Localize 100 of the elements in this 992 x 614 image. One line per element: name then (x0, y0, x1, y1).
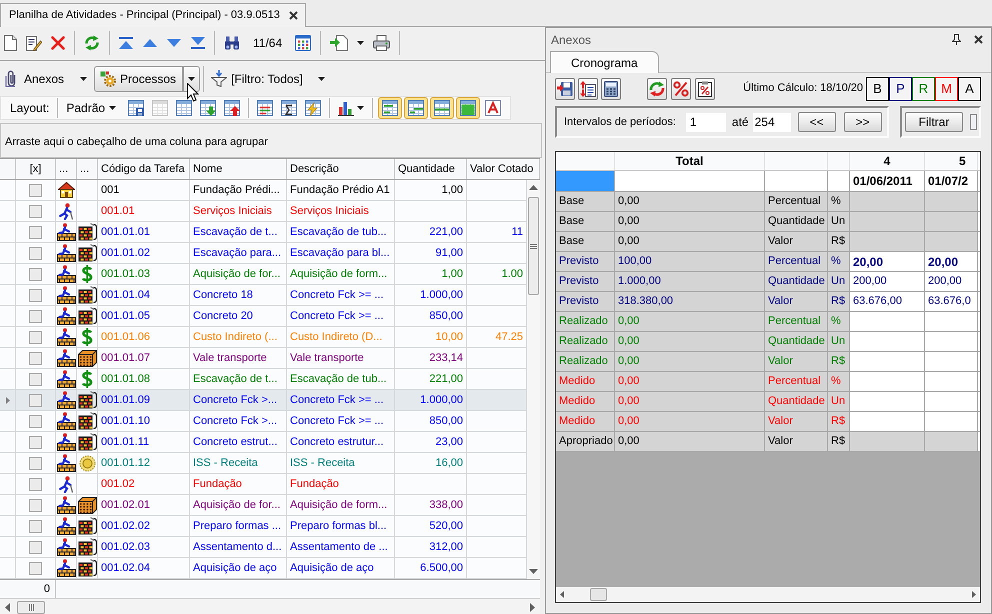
toggle-button[interactable] (430, 97, 454, 119)
grid-lines-icon[interactable] (257, 100, 274, 116)
table-row[interactable]: 001.01.12 ISS - Receita ISS - Receita 16,00 (0, 453, 527, 474)
column-header[interactable]: Valor Cotado (467, 159, 540, 179)
toolbar-button[interactable] (555, 78, 575, 100)
binoculars-icon[interactable] (224, 36, 240, 50)
series-button[interactable]: P (889, 76, 912, 100)
refresh-icon[interactable] (84, 35, 100, 51)
scroll-left-icon[interactable] (560, 591, 564, 598)
scroll-right-icon[interactable] (972, 591, 976, 598)
edit-document-icon[interactable] (26, 35, 42, 51)
table-cell[interactable] (850, 212, 925, 231)
checkbox[interactable] (29, 372, 42, 386)
scroll-left-icon[interactable] (5, 602, 10, 612)
option-button[interactable] (970, 114, 977, 130)
close-icon[interactable] (974, 35, 983, 44)
table-row[interactable]: 001.01 Serviços Iniciais Serviços Iniciais (0, 201, 527, 222)
table-row[interactable]: 001.01.08 Escavação de t... Escavação de tub... 221,00 (0, 369, 527, 390)
close-icon[interactable] (288, 11, 298, 20)
previous-button[interactable]: << (798, 112, 836, 132)
table-row[interactable]: 001.01.03 Aquisição de for... Aquisição de form... 1,00 1.00 (0, 264, 527, 285)
checkbox[interactable] (29, 498, 42, 512)
processes-button[interactable]: Processos (94, 66, 184, 92)
grid-save-icon[interactable] (128, 100, 144, 116)
last-record-icon[interactable] (191, 37, 205, 49)
export-icon[interactable] (330, 35, 348, 51)
table-row[interactable]: 001.01.10 Concreto Fck >... Concreto Fck >= ... 850,00 (0, 411, 527, 432)
filter-button[interactable]: [Filtro: Todos] (211, 66, 325, 90)
column-header[interactable]: Código da Tarefa (98, 159, 190, 179)
table-row[interactable]: 001.01.04 Concreto 18 Concreto Fck >= ... 1.000,00 (0, 285, 527, 306)
checkbox[interactable] (29, 268, 42, 280)
checkbox[interactable] (29, 414, 42, 428)
grid-sum-icon[interactable] (281, 100, 298, 116)
checkbox[interactable] (29, 456, 42, 470)
scrollbar-thumb[interactable] (590, 588, 607, 601)
table-row[interactable]: 001.02.01 Aquisição de for... Aquisição de form... 338,00 (0, 495, 527, 516)
checkbox[interactable] (29, 310, 42, 322)
table-cell[interactable] (925, 232, 978, 251)
scrollbar-thumb[interactable] (528, 197, 539, 295)
caret-icon[interactable] (357, 106, 364, 110)
series-button[interactable]: B (866, 76, 889, 100)
table-row[interactable]: 001.02 Fundação Fundação (0, 474, 527, 495)
delete-icon[interactable] (51, 36, 65, 50)
scroll-right-icon[interactable] (530, 602, 535, 612)
table-row[interactable]: 001.02.02 Preparo formas ... Preparo formas bl... 520,00 (0, 516, 527, 537)
table-row[interactable]: 001.02.03 Assentamento d... Assentamento de ... 312,00 (0, 537, 527, 558)
table-cell[interactable] (925, 212, 978, 231)
scrollbar-thumb[interactable] (17, 600, 45, 614)
horizontal-scrollbar[interactable] (556, 587, 980, 602)
column-header[interactable]: ... (56, 159, 77, 179)
toggle-button[interactable] (378, 97, 402, 119)
dropdown-button[interactable] (183, 66, 200, 92)
column-header[interactable]: Quantidade (395, 159, 467, 179)
vertical-scrollbar[interactable] (527, 180, 540, 579)
horizontal-scrollbar[interactable] (0, 598, 540, 614)
toolbar-button[interactable] (578, 78, 598, 100)
series-button[interactable]: R (912, 76, 935, 100)
scroll-up-icon[interactable] (529, 185, 538, 190)
checkbox[interactable] (29, 478, 42, 490)
table-cell[interactable] (925, 432, 978, 451)
color-grid-icon[interactable] (295, 35, 312, 51)
table-cell[interactable] (850, 232, 925, 251)
preset-dropdown[interactable]: Padrão (66, 99, 116, 117)
filter-button[interactable]: Filtrar (905, 112, 963, 132)
series-button[interactable]: M (935, 76, 958, 100)
table-cell[interactable] (850, 432, 925, 451)
table-row[interactable]: 001.01.07 Vale transporte Vale transporte 233,14 (0, 348, 527, 369)
column-header[interactable]: Descrição (287, 159, 395, 179)
grid-icon[interactable] (176, 100, 192, 116)
checkbox[interactable] (29, 352, 42, 364)
toggle-button[interactable] (456, 97, 480, 119)
toolbar-button[interactable] (601, 78, 621, 100)
table-cell[interactable]: 20,00 (925, 252, 978, 271)
checkbox[interactable] (29, 436, 42, 448)
checkbox[interactable] (29, 520, 42, 532)
attachments-button[interactable]: Anexos (5, 66, 88, 90)
caret-icon[interactable] (357, 41, 364, 45)
previous-record-icon[interactable] (143, 39, 157, 47)
checkbox[interactable] (29, 204, 42, 218)
next-button[interactable]: >> (844, 112, 882, 132)
checkbox[interactable] (29, 562, 42, 574)
scroll-down-icon[interactable] (529, 569, 538, 574)
checkbox[interactable] (29, 394, 42, 406)
table-cell[interactable] (850, 192, 925, 211)
column-header[interactable]: Nome (190, 159, 287, 179)
checkbox[interactable] (29, 540, 42, 554)
table-row[interactable]: 001 Fundação Prédi... Fundação Prédio A1 1,00 (0, 180, 527, 201)
series-button[interactable]: A (958, 76, 981, 100)
checkbox[interactable] (29, 330, 42, 344)
table-cell[interactable] (925, 192, 978, 211)
tab[interactable]: Cronograma (550, 51, 659, 73)
checkbox[interactable] (29, 288, 42, 302)
toolbar-button[interactable] (695, 78, 715, 100)
new-document-icon[interactable] (4, 35, 17, 51)
checkbox[interactable] (29, 184, 42, 196)
table-row[interactable]: 001.01.11 Concreto estrut... Concreto estrutur... 23,00 (0, 432, 527, 453)
column-header[interactable]: [x] (16, 159, 56, 179)
checkbox[interactable] (29, 226, 42, 238)
table-cell[interactable]: 20,00 (850, 252, 925, 271)
table-row[interactable]: 001.01.02 Escavação para... Escavação para bl... 91,00 (0, 243, 527, 264)
